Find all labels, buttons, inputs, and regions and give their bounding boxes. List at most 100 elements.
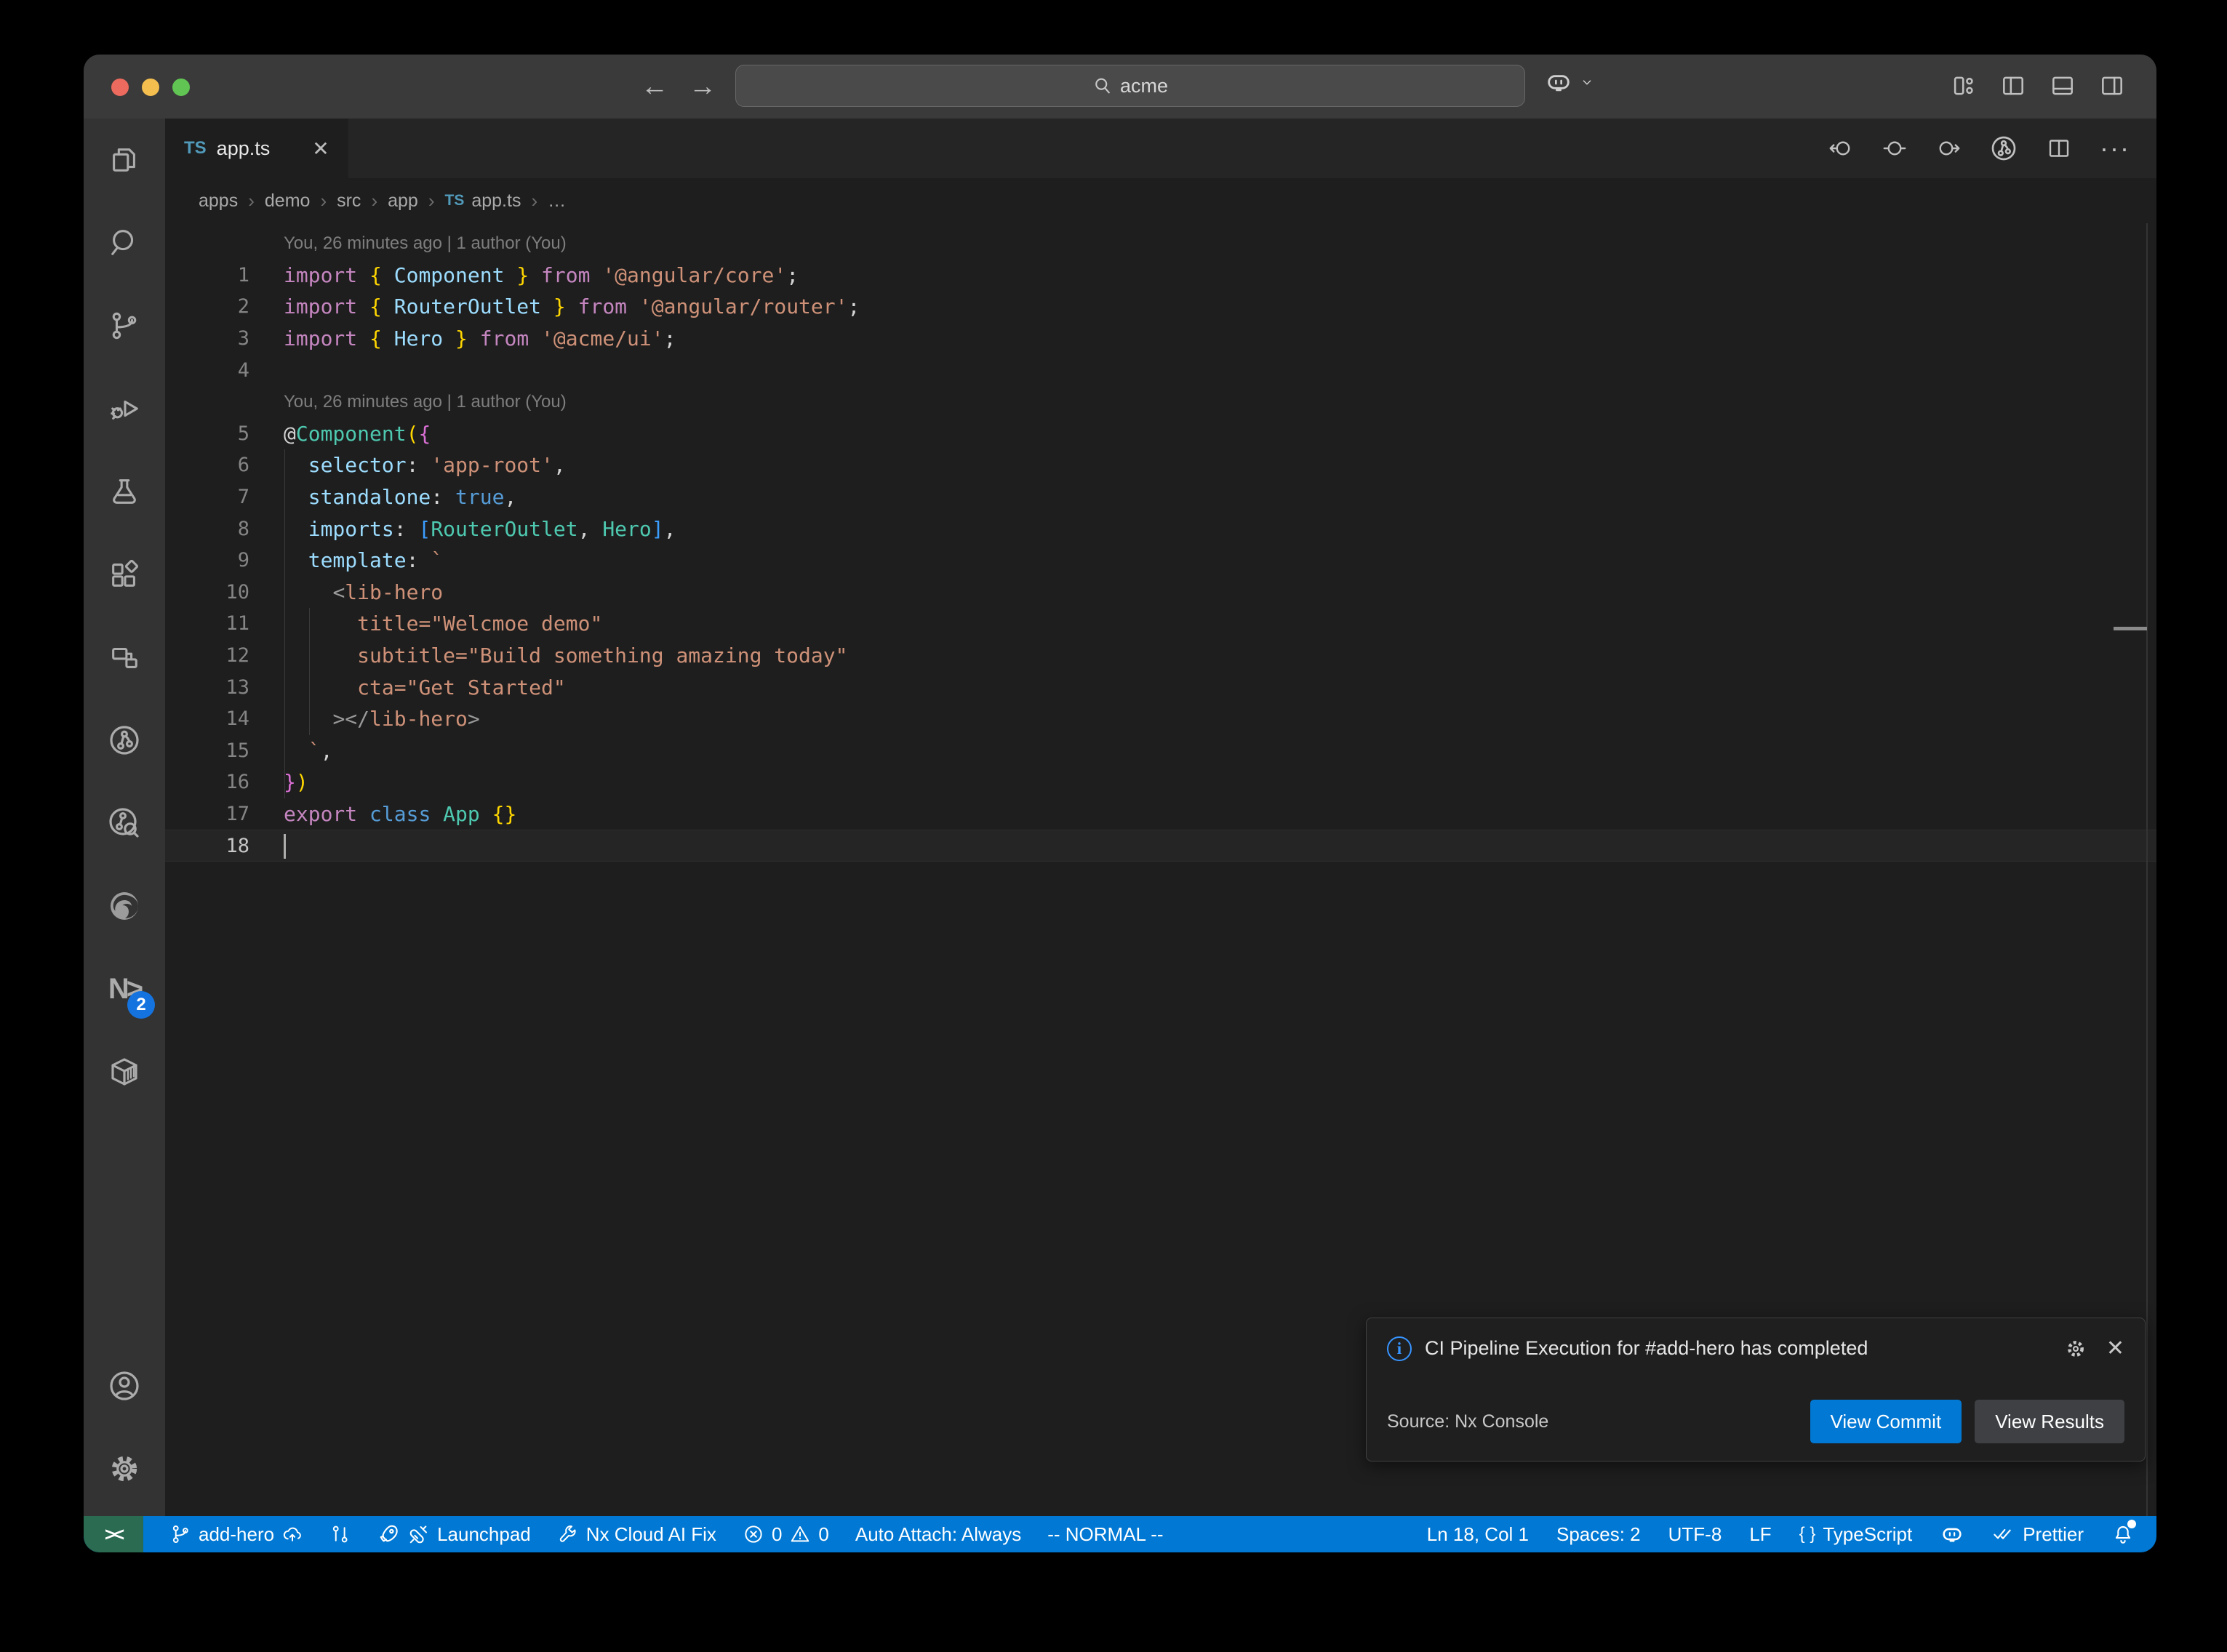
problems-status-item[interactable]: 0 0 — [743, 1523, 829, 1546]
auto-attach-item[interactable]: Auto Attach: Always — [855, 1523, 1021, 1546]
extensions-icon[interactable] — [84, 533, 165, 616]
view-results-button[interactable]: View Results — [1975, 1400, 2124, 1443]
code-row[interactable]: 17export class App {} — [165, 798, 2156, 830]
remote-indicator[interactable]: >< — [84, 1516, 143, 1552]
code-row[interactable]: 6 selector: 'app-root', — [165, 449, 2156, 481]
breadcrumb-item[interactable]: … — [548, 191, 566, 212]
close-notification-icon[interactable]: ✕ — [2106, 1336, 2124, 1361]
more-actions-icon[interactable]: ··· — [2100, 141, 2130, 156]
command-center-search[interactable]: acme — [735, 65, 1525, 107]
publish-cloud-icon — [281, 1523, 303, 1545]
compare-changes-icon — [329, 1523, 351, 1545]
close-tab-icon[interactable]: ✕ — [312, 137, 329, 161]
line-number: 18 — [165, 835, 249, 857]
code-row[interactable]: 11 title="Welcmoe demo" — [165, 608, 2156, 640]
code-text: `, — [284, 739, 332, 763]
notifications-bell-item[interactable] — [2111, 1523, 2135, 1546]
cursor-position-item[interactable]: Ln 18, Col 1 — [1427, 1523, 1529, 1546]
current-change-icon[interactable] — [1882, 135, 1908, 161]
split-editor-icon[interactable] — [2046, 135, 2072, 161]
nx-console-icon[interactable]: N> 2 — [84, 947, 165, 1030]
code-row[interactable]: 18 — [165, 830, 2156, 862]
code-row[interactable]: 4 — [165, 354, 2156, 386]
code-row[interactable]: 8 imports: [RouterOutlet, Hero], — [165, 513, 2156, 545]
code-row[interactable]: 5@Component({ — [165, 418, 2156, 450]
testing-icon[interactable] — [84, 450, 165, 533]
nx-cloud-fix-item[interactable]: Nx Cloud AI Fix — [557, 1523, 716, 1546]
commit-search-icon[interactable] — [84, 782, 165, 865]
code-row[interactable]: 15 `, — [165, 735, 2156, 767]
search-icon[interactable] — [84, 201, 165, 284]
code-row[interactable]: 7 standalone: true, — [165, 481, 2156, 513]
breadcrumb-item[interactable]: apps — [199, 191, 238, 212]
breadcrumb-item[interactable]: app — [388, 191, 418, 212]
breadcrumb-separator-icon: › — [320, 190, 327, 212]
breadcrumb-item[interactable]: TSapp.ts — [445, 191, 521, 212]
commit-graph-icon[interactable] — [1989, 134, 2018, 163]
branch-status-item[interactable]: add-hero — [169, 1523, 303, 1546]
code-row[interactable]: 1import { Component } from '@angular/cor… — [165, 260, 2156, 292]
search-value: acme — [1120, 75, 1168, 97]
toggle-sidebar-left-icon[interactable] — [1999, 72, 2027, 100]
run-debug-icon[interactable] — [84, 367, 165, 450]
code-row[interactable]: 9 template: ` — [165, 545, 2156, 577]
info-icon: i — [1387, 1336, 1412, 1361]
code-row[interactable]: 13 cta="Get Started" — [165, 671, 2156, 703]
encoding-item[interactable]: UTF-8 — [1668, 1523, 1722, 1546]
chevron-down-icon — [1579, 74, 1595, 90]
forward-arrow-icon[interactable]: → — [689, 68, 716, 105]
breadcrumb-item[interactable]: demo — [265, 191, 311, 212]
vim-mode-item[interactable]: -- NORMAL -- — [1047, 1523, 1163, 1546]
linked-views-icon[interactable] — [84, 616, 165, 699]
minimize-window-button[interactable] — [142, 79, 159, 96]
code-text — [284, 833, 286, 859]
typescript-file-icon: TS — [445, 192, 465, 209]
zoom-window-button[interactable] — [172, 79, 190, 96]
typescript-file-icon: TS — [184, 138, 207, 159]
tab-app-ts[interactable]: TS app.ts ✕ — [165, 119, 348, 178]
breadcrumb[interactable]: apps›demo›src›app›TSapp.ts›… — [165, 178, 2156, 223]
notification-dot — [2127, 1520, 2136, 1528]
breadcrumb-item[interactable]: src — [337, 191, 361, 212]
code-text: import { RouterOutlet } from '@angular/r… — [284, 294, 860, 318]
accounts-icon[interactable] — [84, 1344, 165, 1427]
braces-icon: { } — [1799, 1524, 1816, 1544]
source-control-icon[interactable] — [84, 284, 165, 367]
blame-annotation-row[interactable]: You, 26 minutes ago | 1 author (You) — [165, 228, 2156, 260]
explorer-icon[interactable] — [84, 119, 165, 201]
code-row[interactable]: 12 subtitle="Build something amazing tod… — [165, 640, 2156, 672]
copilot-menu-button[interactable] — [1544, 68, 1595, 97]
compare-changes-item[interactable] — [329, 1523, 351, 1545]
formatter-status-item[interactable]: Prettier — [1992, 1523, 2084, 1546]
code-text: cta="Get Started" — [284, 675, 566, 699]
code-text: ></lib-hero> — [284, 707, 480, 731]
view-commit-button[interactable]: View Commit — [1810, 1400, 1962, 1443]
code-row[interactable]: 3import { Hero } from '@acme/ui'; — [165, 323, 2156, 355]
overview-ruler-cursor-mark — [2114, 627, 2147, 630]
containers-icon[interactable] — [84, 1030, 165, 1113]
customize-layout-icon[interactable] — [1950, 72, 1978, 100]
code-row[interactable]: 14 ></lib-hero> — [165, 703, 2156, 735]
scrollbar-track[interactable] — [2146, 223, 2148, 1516]
close-window-button[interactable] — [111, 79, 129, 96]
wrench-icon — [557, 1523, 579, 1545]
eol-item[interactable]: LF — [1749, 1523, 1771, 1546]
copilot-status-item[interactable] — [1940, 1522, 1964, 1547]
indentation-item[interactable]: Spaces: 2 — [1556, 1523, 1641, 1546]
previous-change-icon[interactable] — [1828, 135, 1854, 161]
back-arrow-icon[interactable]: ← — [641, 68, 668, 105]
edge-devtools-icon[interactable] — [84, 865, 165, 947]
search-icon — [1092, 76, 1113, 96]
toggle-sidebar-right-icon[interactable] — [2098, 72, 2126, 100]
line-number: 9 — [165, 549, 249, 572]
settings-gear-icon[interactable] — [84, 1427, 165, 1510]
blame-annotation-row[interactable]: You, 26 minutes ago | 1 author (You) — [165, 386, 2156, 418]
code-row[interactable]: 16}) — [165, 766, 2156, 798]
code-row[interactable]: 2import { RouterOutlet } from '@angular/… — [165, 291, 2156, 323]
source-control-graph-icon[interactable] — [84, 699, 165, 782]
language-mode-item[interactable]: { } TypeScript — [1799, 1523, 1913, 1546]
toggle-panel-icon[interactable] — [2049, 72, 2076, 100]
next-change-icon[interactable] — [1935, 135, 1962, 161]
code-row[interactable]: 10 <lib-hero — [165, 577, 2156, 609]
launchpad-status-item[interactable]: Launchpad — [377, 1523, 531, 1546]
